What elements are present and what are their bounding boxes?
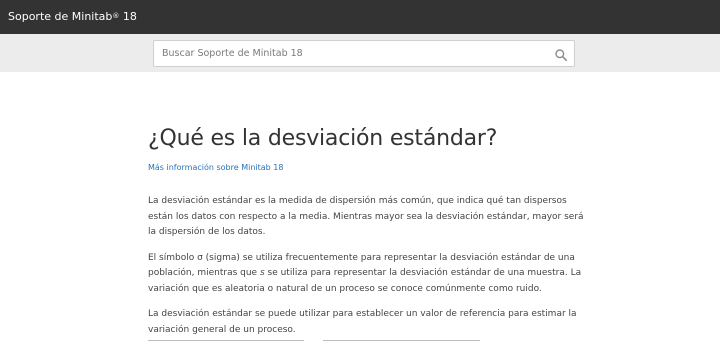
search-band — [0, 34, 720, 72]
divider-left — [148, 340, 304, 341]
page-title: ¿Qué es la desviación estándar? — [148, 126, 498, 151]
divider-right — [323, 340, 480, 341]
paragraph-definition: La desviación estándar es la medida de d… — [148, 196, 584, 237]
search-input[interactable] — [154, 41, 544, 66]
brand-name: Soporte de Minitab — [8, 10, 113, 23]
brand-version: 18 — [119, 10, 137, 23]
brand-title[interactable]: Soporte de Minitab® 18 — [8, 9, 137, 25]
paragraph-usage: La desviación estándar se puede utilizar… — [148, 309, 577, 335]
search-box[interactable] — [153, 40, 575, 67]
more-info-link[interactable]: Más información sobre Minitab 18 — [148, 162, 588, 174]
article: ¿Qué es la desviación estándar? Más info… — [148, 122, 588, 338]
top-bar: Soporte de Minitab® 18 — [0, 0, 720, 34]
registered-mark: ® — [112, 12, 120, 20]
paragraph-symbols: El símbolo σ (sigma) se utiliza frecuent… — [148, 251, 588, 298]
search-icon[interactable] — [554, 47, 568, 61]
